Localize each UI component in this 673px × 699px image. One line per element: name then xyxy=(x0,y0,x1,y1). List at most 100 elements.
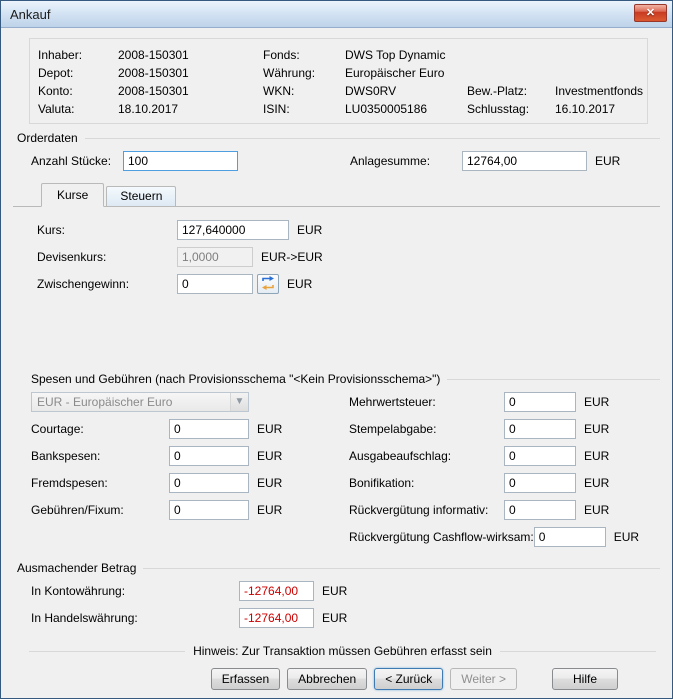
handelswaehrung-label: In Handelswährung: xyxy=(31,611,239,625)
ausgabeaufschlag-input[interactable] xyxy=(504,446,576,466)
kontowaehrung-amount xyxy=(239,581,314,601)
divider xyxy=(29,651,185,652)
bonifikation-input[interactable] xyxy=(504,473,576,493)
fee-row: Stempelabgabe: EUR xyxy=(349,419,660,439)
fee-label: Rückvergütung Cashflow-wirksam: xyxy=(349,530,534,544)
amount-row: In Handelswährung: EUR xyxy=(31,608,660,628)
field-value: 18.10.2017 xyxy=(118,102,263,116)
devisenkurs-label: Devisenkurs: xyxy=(37,250,177,264)
orderdaten-header: Orderdaten xyxy=(17,131,660,145)
currency-unit: EUR xyxy=(614,530,639,544)
spesen-header: Spesen und Gebühren (nach Provisionssche… xyxy=(31,372,660,386)
ankauf-dialog: Ankauf ✕ Inhaber: 2008-150301 Fonds: DWS… xyxy=(0,0,673,699)
field-label: ISIN: xyxy=(263,102,345,116)
field-label: Bew.-Platz: xyxy=(467,84,555,98)
divider xyxy=(143,568,660,569)
anzahl-stuecke-label: Anzahl Stücke: xyxy=(31,154,123,168)
spesen-section: Spesen und Gebühren (nach Provisionssche… xyxy=(13,365,660,554)
currency-unit: EUR xyxy=(584,395,609,409)
fee-label: Ausgabeaufschlag: xyxy=(349,449,504,463)
fee-label: Rückvergütung informativ: xyxy=(349,503,504,517)
currency-unit: EUR xyxy=(257,422,282,436)
fee-label: Courtage: xyxy=(31,422,169,436)
courtage-input[interactable] xyxy=(169,419,249,439)
order-row: Anzahl Stücke: Anlagesumme: EUR xyxy=(31,151,660,171)
field-label: Schlusstag: xyxy=(467,102,555,116)
rueckverguetung-informativ-input[interactable] xyxy=(504,500,576,520)
currency-unit: EUR xyxy=(322,611,347,625)
weiter-button[interactable]: Weiter > xyxy=(450,668,517,690)
mehrwertsteuer-input[interactable] xyxy=(504,392,576,412)
fee-row: Rückvergütung Cashflow-wirksam: EUR xyxy=(349,527,660,547)
bankspesen-input[interactable] xyxy=(169,446,249,466)
currency-unit: EUR xyxy=(584,476,609,490)
fee-label: Fremdspesen: xyxy=(31,476,169,490)
currency-combobox[interactable]: EUR - Europäischer Euro ▼ xyxy=(31,392,249,412)
field-value: 2008-150301 xyxy=(118,48,263,62)
currency-unit: EUR xyxy=(584,422,609,436)
kurs-label: Kurs: xyxy=(37,223,177,237)
fee-row: Ausgabeaufschlag: EUR xyxy=(349,446,660,466)
info-row: Depot: 2008-150301 Währung: Europäischer… xyxy=(38,64,639,82)
tab-kurse[interactable]: Kurse xyxy=(41,183,104,207)
info-row: Valuta: 18.10.2017 ISIN: LU0350005186 Sc… xyxy=(38,100,639,118)
field-value: DWS0RV xyxy=(345,84,467,98)
ausmachend-rows: In Kontowährung: EUR In Handelswährung: … xyxy=(31,581,660,628)
fee-row: Bonifikation: EUR xyxy=(349,473,660,493)
tabstrip: Kurse Steuern xyxy=(13,183,660,207)
close-button[interactable]: ✕ xyxy=(634,4,667,22)
zwischengewinn-label: Zwischengewinn: xyxy=(37,277,177,291)
combobox-value: EUR - Europäischer Euro xyxy=(37,395,172,409)
ausmachender-betrag-header: Ausmachender Betrag xyxy=(17,561,660,575)
field-value: 2008-150301 xyxy=(118,84,263,98)
chevron-down-icon: ▼ xyxy=(230,393,248,411)
currency-unit: EUR xyxy=(257,449,282,463)
anzahl-stuecke-input[interactable] xyxy=(123,151,238,171)
orderdaten-section: Orderdaten Anzahl Stücke: Anlagesumme: E… xyxy=(13,124,660,173)
field-value: Investmentfonds xyxy=(555,84,643,98)
section-title: Orderdaten xyxy=(17,131,78,145)
currency-unit: EUR xyxy=(322,584,347,598)
hilfe-button[interactable]: Hilfe xyxy=(552,668,618,690)
currency-unit: EUR xyxy=(584,449,609,463)
fee-row: Rückvergütung informativ: EUR xyxy=(349,500,660,520)
fee-label: Bonifikation: xyxy=(349,476,504,490)
anlagesumme-label: Anlagesumme: xyxy=(350,154,462,168)
divider xyxy=(447,379,660,380)
kurs-row: Kurs: EUR xyxy=(37,220,660,240)
hint-row: Hinweis: Zur Transaktion müssen Gebühren… xyxy=(29,644,656,658)
hint-text: Hinweis: Zur Transaktion müssen Gebühren… xyxy=(193,644,492,658)
fee-label: Gebühren/Fixum: xyxy=(31,503,169,517)
devisenkurs-row: Devisenkurs: EUR->EUR xyxy=(37,247,660,267)
currency-unit: EUR xyxy=(297,223,322,237)
fee-row: Bankspesen: EUR xyxy=(31,446,349,466)
spesen-left-column: EUR - Europäischer Euro ▼ Courtage: EUR … xyxy=(31,392,349,554)
currency-unit: EUR xyxy=(584,503,609,517)
info-row: Konto: 2008-150301 WKN: DWS0RV Bew.-Plat… xyxy=(38,82,639,100)
abbrechen-button[interactable]: Abbrechen xyxy=(287,668,367,690)
stempelabgabe-input[interactable] xyxy=(504,419,576,439)
section-title: Spesen und Gebühren (nach Provisionssche… xyxy=(31,372,440,386)
currency-unit: EUR->EUR xyxy=(261,250,323,264)
currency-exchange-button[interactable] xyxy=(257,274,279,294)
field-label: Depot: xyxy=(38,66,118,80)
fee-row: Courtage: EUR xyxy=(31,419,349,439)
gebuehren-fixum-input[interactable] xyxy=(169,500,249,520)
anlagesumme-input[interactable] xyxy=(462,151,587,171)
erfassen-button[interactable]: Erfassen xyxy=(211,668,280,690)
currency-unit: EUR xyxy=(257,476,282,490)
amount-row: In Kontowährung: EUR xyxy=(31,581,660,601)
currency-unit: EUR xyxy=(287,277,312,291)
tab-steuern[interactable]: Steuern xyxy=(106,186,176,206)
devisenkurs-input xyxy=(177,247,253,267)
fremdspesen-input[interactable] xyxy=(169,473,249,493)
rueckverguetung-cashflow-input[interactable] xyxy=(534,527,606,547)
spesen-grid: EUR - Europäischer Euro ▼ Courtage: EUR … xyxy=(31,392,660,554)
zwischengewinn-input[interactable] xyxy=(177,274,253,294)
titlebar[interactable]: Ankauf ✕ xyxy=(1,1,672,28)
zurueck-button[interactable]: < Zurück xyxy=(374,668,443,690)
fee-row: Gebühren/Fixum: EUR xyxy=(31,500,349,520)
kurs-input[interactable] xyxy=(177,220,289,240)
position-info-box: Inhaber: 2008-150301 Fonds: DWS Top Dyna… xyxy=(29,38,648,124)
currency-unit: EUR xyxy=(257,503,282,517)
